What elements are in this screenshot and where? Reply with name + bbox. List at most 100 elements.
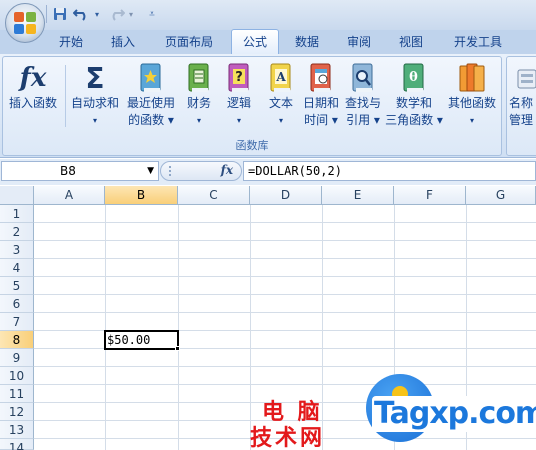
gridline [105, 205, 106, 450]
watermark-text-line2: 技术网 [250, 426, 326, 450]
more-functions-button[interactable]: 其他函数 ▾ [443, 61, 501, 129]
formula-input[interactable]: =DOLLAR(50,2) [243, 161, 536, 181]
logical-label: 逻辑 [226, 96, 251, 110]
row-header-11[interactable]: 11 [0, 385, 34, 403]
financial-label: 财务 [186, 96, 211, 110]
name-manager-icon [509, 61, 536, 95]
gridline [34, 240, 536, 241]
date-time-button[interactable]: 日期和 时间 ▾ [299, 61, 343, 129]
column-header-f[interactable]: F [394, 186, 466, 205]
sigma-icon: Σ [85, 61, 105, 95]
gridline [178, 205, 179, 450]
tab-home[interactable]: 开始 [50, 30, 92, 54]
column-header-a[interactable]: A [34, 186, 105, 205]
redo-dropdown-icon[interactable]: ▾ [126, 5, 136, 23]
gridline [34, 276, 536, 277]
text-label: 文本 [268, 96, 293, 110]
formula-bar-resize-handle[interactable] [169, 166, 177, 176]
math-trig-button[interactable]: θ 数学和 三角函数 ▾ [385, 61, 443, 129]
tab-page-layout[interactable]: 页面布局 [156, 30, 222, 54]
tab-review[interactable]: 审阅 [338, 30, 380, 54]
row-header-10[interactable]: 10 [0, 367, 34, 385]
column-header-d[interactable]: D [250, 186, 322, 205]
row-header-5[interactable]: 5 [0, 277, 34, 295]
text-dropdown-icon: ▾ [278, 116, 283, 125]
row-header-12[interactable]: 12 [0, 403, 34, 421]
row-header-3[interactable]: 3 [0, 241, 34, 259]
column-header-e[interactable]: E [322, 186, 394, 205]
name-manager-label-2: 管理 [509, 113, 534, 127]
function-library-group-label: 函数库 [235, 139, 269, 152]
row-header-8[interactable]: 8 [0, 331, 34, 349]
insert-function-label: 插入函数 [8, 96, 57, 110]
watermark-brand: Tagxp.com [374, 396, 536, 431]
more-functions-book-icon [455, 61, 489, 95]
office-logo-icon [14, 12, 36, 34]
financial-dropdown-icon: ▾ [196, 116, 201, 125]
lookup-book-icon [346, 61, 380, 95]
row-header-6[interactable]: 6 [0, 295, 34, 313]
gridline [34, 294, 536, 295]
math-trig-book-icon: θ [397, 61, 431, 95]
tab-view[interactable]: 视图 [390, 30, 432, 54]
function-library-group: fx 插入函数 Σ 自动求和 ▾ 最近使用 的函数 ▾ 财务 ▾ ? 逻辑 ▾ … [2, 56, 502, 156]
row-header-4[interactable]: 4 [0, 259, 34, 277]
recent-functions-label-2: 的函数 ▾ [128, 113, 174, 127]
cell-b8[interactable]: $50.00 [105, 332, 177, 348]
recent-functions-label-1: 最近使用 [126, 96, 175, 110]
text-book-icon: A [264, 61, 298, 95]
row-header-9[interactable]: 9 [0, 349, 34, 367]
row-header-14[interactable]: 14 [0, 439, 34, 450]
logical-dropdown-icon: ▾ [236, 116, 241, 125]
select-all-corner[interactable] [0, 186, 34, 205]
text-button[interactable]: A 文本 ▾ [259, 61, 303, 129]
office-button[interactable] [5, 3, 45, 43]
tab-formulas[interactable]: 公式 [231, 29, 279, 54]
name-box-dropdown-icon[interactable]: ▼ [147, 162, 154, 180]
financial-button[interactable]: 财务 ▾ [179, 61, 219, 129]
undo-dropdown-icon[interactable]: ▾ [92, 5, 102, 23]
column-header-c[interactable]: C [178, 186, 250, 205]
math-trig-label-2: 三角函数 ▾ [385, 113, 443, 127]
name-box[interactable]: B8 ▼ [1, 161, 159, 181]
title-bar: ▾ ▾ ⩡ [0, 0, 536, 30]
fill-handle[interactable] [175, 346, 180, 351]
math-trig-label-1: 数学和 [395, 96, 432, 110]
column-header-g[interactable]: G [466, 186, 536, 205]
tab-insert[interactable]: 插入 [102, 30, 144, 54]
date-time-label-2: 时间 ▾ [304, 113, 338, 127]
lookup-reference-button[interactable]: 查找与 引用 ▾ [341, 61, 385, 129]
logical-button[interactable]: ? 逻辑 ▾ [219, 61, 259, 129]
defined-names-group: 名称 管理 [506, 56, 536, 156]
row-header-1[interactable]: 1 [0, 205, 34, 223]
more-functions-label: 其他函数 [447, 96, 496, 110]
gridline [34, 366, 536, 367]
date-time-book-icon [304, 61, 338, 95]
name-box-value: B8 [60, 164, 76, 178]
insert-function-fx-icon[interactable]: fx [221, 163, 233, 177]
customize-toolbar-icon[interactable]: ⩡ [146, 5, 158, 23]
row-header-7[interactable]: 7 [0, 313, 34, 331]
row-header-13[interactable]: 13 [0, 421, 34, 439]
insert-function-button[interactable]: fx 插入函数 [5, 61, 61, 112]
gridline [34, 258, 536, 259]
svg-text:?: ? [235, 70, 243, 85]
redo-icon[interactable] [106, 5, 126, 23]
gridline [34, 384, 536, 385]
tab-developer[interactable]: 开发工具 [444, 30, 512, 54]
recent-functions-button[interactable]: 最近使用 的函数 ▾ [123, 61, 179, 129]
tab-data[interactable]: 数据 [286, 30, 328, 54]
save-icon[interactable] [52, 5, 68, 23]
name-manager-button[interactable]: 名称 管理 [509, 61, 536, 129]
autosum-button[interactable]: Σ 自动求和 ▾ [67, 61, 123, 129]
column-header-b[interactable]: B [105, 186, 178, 205]
row-header-2[interactable]: 2 [0, 223, 34, 241]
logical-book-icon: ? [222, 61, 256, 95]
gridline [250, 205, 251, 450]
fx-icon: fx [19, 63, 47, 93]
name-manager-label-1: 名称 [509, 96, 534, 110]
quick-access-separator [46, 5, 47, 23]
gridline [34, 222, 536, 223]
ribbon-separator [65, 65, 66, 127]
undo-icon[interactable] [72, 5, 92, 23]
